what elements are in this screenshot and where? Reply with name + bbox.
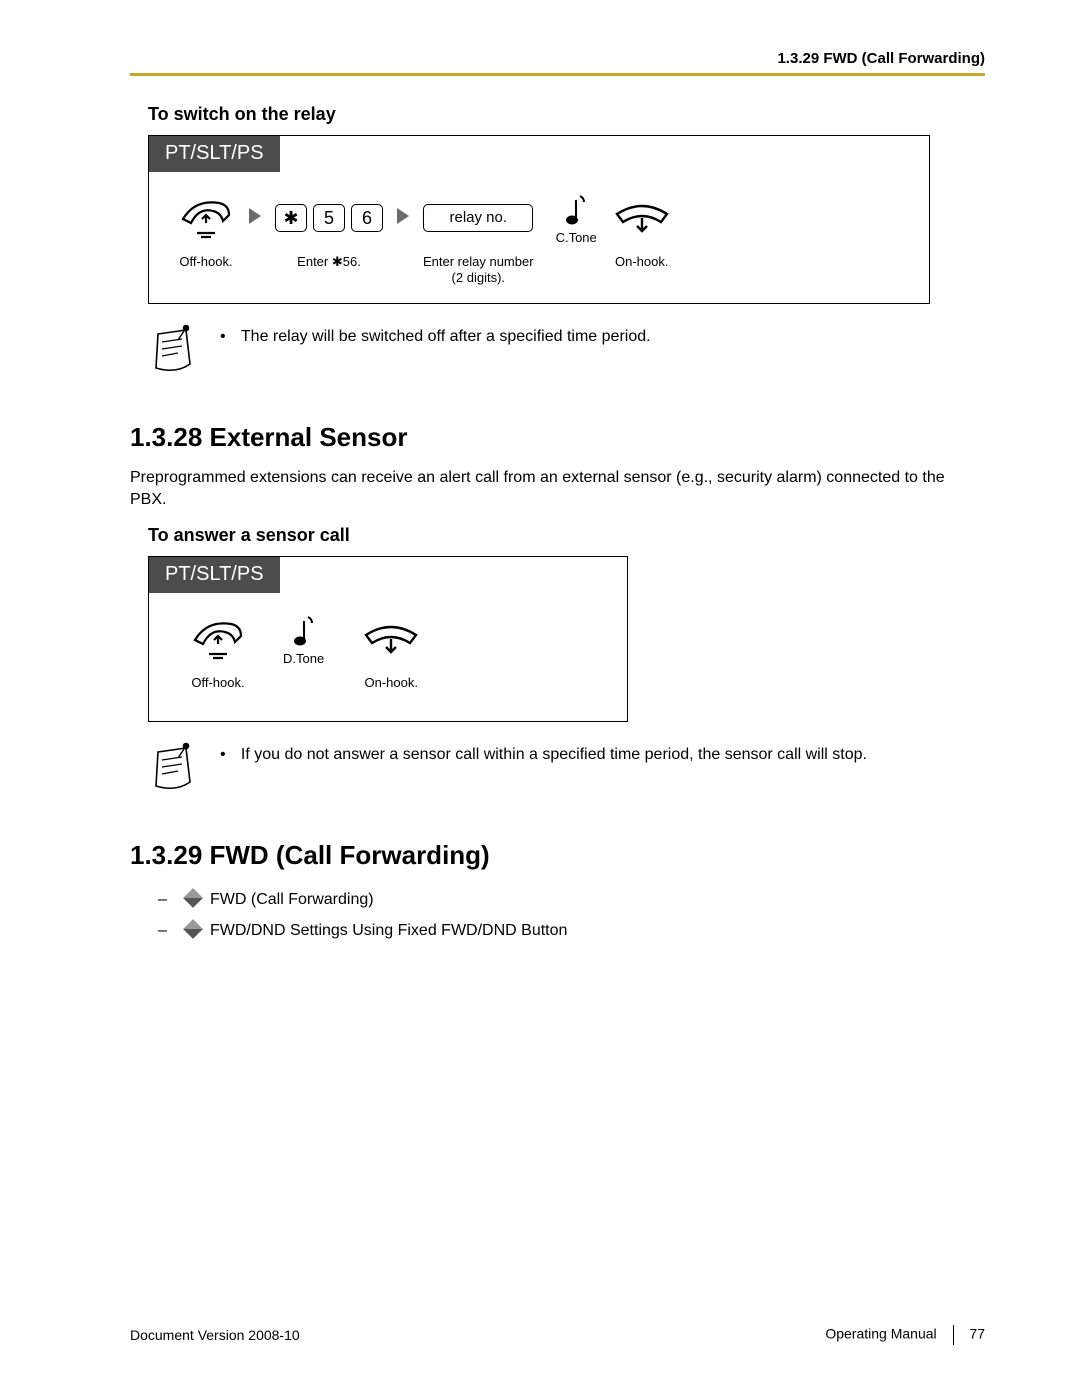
step-offhook-label: Off-hook.	[191, 675, 244, 705]
footer-separator	[953, 1325, 954, 1345]
key-relayno: relay no.	[423, 204, 533, 232]
step-enter56-label: Enter ✱56.	[297, 254, 361, 284]
relay-subheading: To switch on the relay	[148, 104, 985, 125]
key-star: ✱	[275, 204, 307, 232]
sensor-procedure-box: PT/SLT/PS Off-hook.	[148, 556, 628, 722]
sensor-subheading: To answer a sensor call	[148, 525, 985, 546]
sensor-note-text: If you do not answer a sensor call withi…	[241, 746, 867, 763]
sensor-tab: PT/SLT/PS	[149, 557, 280, 593]
diamond-icon	[183, 919, 203, 939]
list-item: –FWD/DND Settings Using Fixed FWD/DND Bu…	[158, 916, 985, 946]
step-offhook: Off-hook.	[177, 190, 235, 284]
ctone-label: C.Tone	[556, 230, 597, 245]
key-6: 6	[351, 204, 383, 232]
diamond-icon	[183, 888, 203, 908]
onhook-icon	[360, 611, 422, 667]
dtone-label: D.Tone	[283, 651, 324, 666]
sensor-note: • If you do not answer a sensor call wit…	[148, 740, 985, 794]
note-icon	[148, 740, 196, 794]
header-breadcrumb: 1.3.29 FWD (Call Forwarding)	[130, 50, 985, 67]
step-relayno: relay no. Enter relay number (2 digits).	[423, 190, 534, 287]
step-onhook-label: On-hook.	[364, 675, 417, 705]
relay-note-text: The relay will be switched off after a s…	[241, 328, 651, 345]
step-onhook: On-hook.	[611, 190, 673, 284]
key-5: 5	[313, 204, 345, 232]
page-footer: Document Version 2008-10 Operating Manua…	[130, 1325, 985, 1345]
tone-icon: D.Tone	[283, 611, 324, 667]
step-offhook-label: Off-hook.	[179, 254, 232, 284]
step-dtone: D.Tone	[283, 611, 324, 705]
step-enter56: ✱ 5 6 Enter ✱56.	[275, 190, 383, 284]
offhook-icon	[189, 611, 247, 667]
footer-manual: Operating Manual	[825, 1326, 936, 1342]
header-rule	[130, 73, 985, 76]
step-onhook: On-hook.	[360, 611, 422, 705]
offhook-icon	[177, 190, 235, 246]
relay-procedure-box: PT/SLT/PS Off-hook.	[148, 135, 930, 304]
onhook-icon	[611, 190, 673, 246]
arrow-icon	[249, 208, 261, 224]
step-onhook-label: On-hook.	[615, 254, 668, 284]
step-offhook: Off-hook.	[189, 611, 247, 705]
list-item: –FWD (Call Forwarding)	[158, 885, 985, 915]
footer-page-number: 77	[969, 1326, 985, 1342]
step-ctone: C.Tone	[556, 190, 597, 284]
arrow-icon	[397, 208, 409, 224]
tone-icon: C.Tone	[556, 190, 597, 246]
fwd-link-list: –FWD (Call Forwarding) –FWD/DND Settings…	[158, 885, 985, 946]
fwd-item-0: FWD (Call Forwarding)	[210, 891, 374, 908]
relay-note: • The relay will be switched off after a…	[148, 322, 985, 376]
fwd-item-1: FWD/DND Settings Using Fixed FWD/DND But…	[210, 922, 567, 939]
note-icon	[148, 322, 196, 376]
relay-tab: PT/SLT/PS	[149, 136, 280, 172]
sensor-intro: Preprogrammed extensions can receive an …	[130, 467, 985, 512]
fwd-heading: 1.3.29 FWD (Call Forwarding)	[130, 840, 985, 871]
sensor-heading: 1.3.28 External Sensor	[130, 422, 985, 453]
footer-doc-version: Document Version 2008-10	[130, 1327, 300, 1343]
step-relayno-label: Enter relay number (2 digits).	[423, 254, 534, 287]
